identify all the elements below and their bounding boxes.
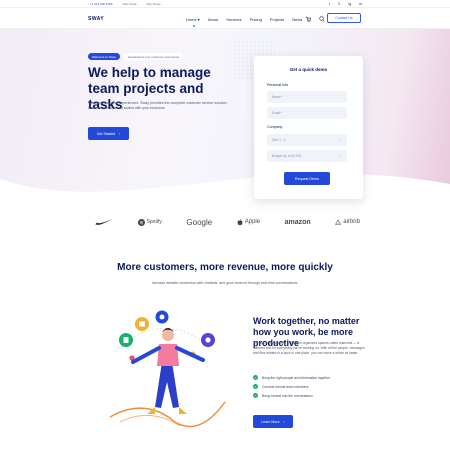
request-demo-button[interactable]: Request Demo [284, 172, 330, 185]
nav-item-services[interactable]: Services [226, 17, 241, 22]
instagram-icon[interactable]: ig [349, 2, 352, 6]
name-field[interactable]: Name* [267, 91, 347, 103]
brand-logos: Spotify Google Apple amazon airbnb [95, 216, 360, 228]
check-item: ✓ Bring the right people and information … [253, 375, 330, 380]
nav-item-about[interactable]: About [208, 17, 218, 22]
hero-description: The best customer experiences. Sway prov… [88, 101, 227, 110]
team-illustration [109, 310, 226, 427]
check-icon: ✓ [253, 384, 258, 389]
check-item: ✓ Connect remote team members [253, 384, 309, 389]
section-subtitle: Increase website conversion with chatbot… [151, 281, 299, 285]
cart-icon[interactable] [305, 16, 312, 24]
nav-item-home[interactable]: Home ▾ [186, 17, 200, 27]
feature-checklist: ✓ Bring the right people and information … [253, 375, 330, 398]
why-sway-link[interactable]: Why Sway [146, 2, 160, 6]
hero-badge: Welcome to Sway [88, 53, 120, 60]
hero-wave [0, 173, 450, 209]
check-icon: ✓ [253, 393, 258, 398]
apple-logo: Apple [237, 218, 260, 226]
chevron-down-icon: ⌄ [339, 154, 342, 158]
google-logo: Google [186, 217, 213, 227]
nike-logo [95, 218, 113, 226]
personal-info-label: Personal Info [267, 83, 289, 87]
page: +1 212 000 5786 Help Desk Why Sway f 𝕏 i… [0, 0, 450, 450]
linkedin-icon[interactable]: in [359, 2, 362, 6]
hero-badge-text: Guaranteed your customer experience [123, 53, 184, 60]
facebook-icon[interactable]: f [329, 2, 330, 6]
help-desk-link[interactable]: Help Desk [123, 2, 137, 6]
learn-more-label: Learn More [261, 419, 280, 424]
search-icon[interactable] [319, 15, 325, 24]
hero-section [0, 29, 450, 209]
demo-form: Get a quick demo Personal Info Name* Ema… [254, 56, 363, 199]
form-title: Get a quick demo [289, 67, 328, 72]
airbnb-logo: airbnb [335, 219, 360, 226]
get-started-button[interactable]: Get Started › [88, 127, 129, 140]
nav-item-projects[interactable]: Projects [270, 17, 284, 22]
chevron-right-icon: › [283, 419, 285, 424]
nav-item-pricing[interactable]: Pricing [250, 17, 262, 22]
section-title: More customers, more revenue, more quick… [117, 262, 333, 273]
amazon-logo: amazon [284, 218, 311, 226]
logo[interactable]: SWAY [88, 16, 104, 22]
size-select[interactable]: Size 1 - 5 ⌄ [267, 134, 347, 146]
check-icon: ✓ [253, 375, 258, 380]
chevron-right-icon: › [119, 131, 121, 136]
menu: Home ▾ About Services Pricing Projects N… [186, 17, 302, 27]
hero-badge-row: Welcome to Sway Guaranteed your customer… [88, 53, 184, 60]
main-nav: SWAY Home ▾ About Services Pricing Proje… [0, 9, 450, 29]
nav-item-news[interactable]: News [292, 17, 302, 22]
check-item: ✓ Bring context into the conversation [253, 393, 313, 398]
budget-select[interactable]: Budget Up to $1,000 ⌄ [267, 150, 347, 162]
feature-description: The key to productivity in Sway is organ… [253, 341, 365, 355]
learn-more-button[interactable]: Learn More › [253, 415, 293, 428]
chevron-down-icon: ⌄ [339, 138, 342, 142]
spotify-logo: Spotify [137, 218, 162, 226]
company-label: Company [267, 125, 283, 129]
email-field[interactable]: Email* [267, 107, 347, 119]
phone-link[interactable]: +1 212 000 5786 [90, 2, 113, 6]
twitter-icon[interactable]: 𝕏 [338, 2, 341, 6]
contact-us-button[interactable]: Contact Us [327, 13, 361, 23]
top-bar: +1 212 000 5786 Help Desk Why Sway f 𝕏 i… [0, 0, 450, 8]
get-started-label: Get Started [96, 131, 116, 136]
